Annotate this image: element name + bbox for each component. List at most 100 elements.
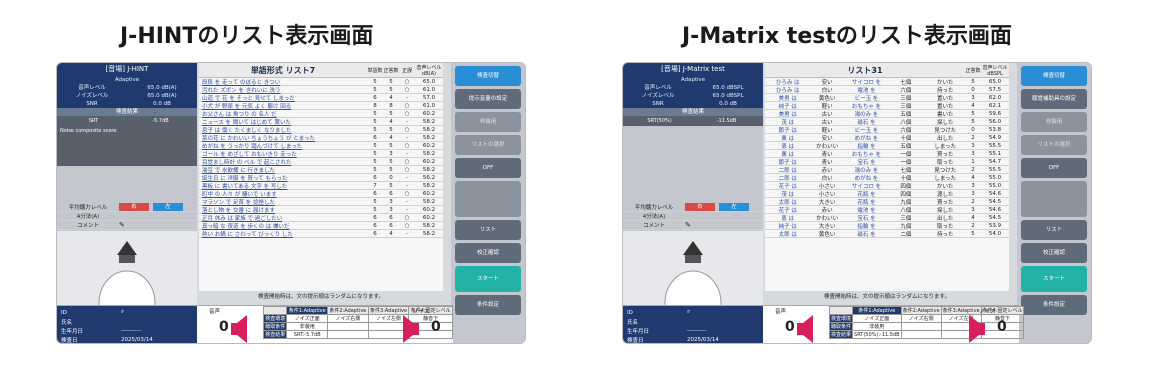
sentence-row[interactable]: 熱い お鍋 に さわって びっくり した 6 4 - 58.2	[199, 230, 443, 238]
word: 小さい	[818, 191, 836, 198]
word: ビー玉 を	[854, 127, 879, 134]
correct-count: 6	[389, 190, 393, 197]
cond-header[interactable]: 条件2:Adaptive	[327, 306, 369, 315]
calibration-button[interactable]: 校正確認	[1021, 243, 1087, 263]
cond-header[interactable]: 条件1:Adaptive	[852, 306, 902, 315]
voice-label: 音声	[775, 309, 787, 315]
word: 太郎 は	[778, 231, 797, 238]
pencil-icon[interactable]: ✎	[119, 221, 125, 229]
correct-count: 4	[389, 94, 393, 101]
calibration-button[interactable]: 校正確認	[455, 243, 521, 263]
list-button[interactable]: リスト	[1021, 220, 1087, 240]
word: 花子 は	[778, 183, 797, 190]
judgement: ○	[404, 78, 410, 85]
judgement: ○	[404, 110, 410, 117]
word: 美男 は	[778, 111, 797, 118]
correct-count: 5	[971, 110, 975, 117]
judgement: -	[406, 118, 408, 125]
search-icon[interactable]: ⌕	[687, 309, 690, 316]
voice-level: 54.5	[988, 198, 1002, 205]
judgement: -	[406, 94, 408, 101]
voice-volume[interactable]: 音声 0	[199, 307, 249, 343]
word: 置いた	[937, 103, 954, 110]
correct-count: 4	[971, 102, 975, 109]
list-button[interactable]: リスト	[455, 220, 521, 240]
word: 持った	[937, 231, 954, 238]
word: 青い	[821, 159, 833, 166]
list-select-button[interactable]: リストの選択	[1021, 135, 1087, 155]
sentence-words: 二郎 は 白い めがね を 十個 しまった	[765, 174, 965, 182]
aid-state-button[interactable]: 非装用	[1021, 112, 1087, 132]
kv-label: SNR	[652, 101, 664, 107]
word: 薫 は	[781, 151, 795, 158]
aid-setting-button[interactable]: 聴覚補助具の設定	[1021, 89, 1087, 109]
condition-setting-button[interactable]: 条件設定	[1021, 295, 1087, 315]
voice-level: 58.2	[422, 134, 436, 141]
word: 出した	[937, 135, 954, 142]
noise-volume[interactable]: ノイズ 0	[403, 307, 453, 343]
switch-test-button[interactable]: 検査切替	[1021, 66, 1087, 86]
judgement: -	[406, 134, 408, 141]
sentence-text: 小犬 が 野原 を 元気 よく 駆け 回る	[202, 103, 292, 110]
sentence-words: 純子 は 大きい 指輪 を 九個 取った	[765, 222, 965, 230]
switch-test-button[interactable]: 検査切替	[455, 66, 521, 86]
judgement: -	[406, 206, 408, 213]
start-button[interactable]: スタート	[1021, 266, 1087, 292]
voice-level: 55.5	[988, 166, 1002, 173]
judgement: -	[406, 230, 408, 237]
correct-count: 5	[389, 142, 393, 149]
word: めがね を	[854, 135, 879, 142]
correct-count: 3	[971, 182, 975, 189]
word: ひろみ は	[775, 87, 800, 94]
volume-setting-button[interactable]: 提示音量の設定	[455, 89, 521, 109]
start-button[interactable]: スタート	[455, 266, 521, 292]
date-label: 検査日	[627, 337, 644, 344]
correct-count: 8	[389, 102, 393, 109]
right-buttons: 検査切替 聴覚補助具の設定 非装用 リストの選択 OFF リスト 校正確認 スタ…	[1017, 63, 1091, 343]
sentence-list: 単語形式 リスト7 単語数 正答数 正誤 音声レベル dB(A) 段段 を 走っ…	[199, 63, 443, 300]
correct-count: 5	[389, 182, 393, 189]
aid-setting-button[interactable]: 非装用	[455, 112, 521, 132]
word-count: 5	[373, 206, 377, 213]
sentence-text: 段段 を 走って のぼると きつい	[202, 79, 281, 86]
list-select-button[interactable]: リストの選択	[455, 135, 521, 155]
correct-count: 3	[971, 190, 975, 197]
judgement: -	[406, 182, 408, 189]
voice-level: 56.0	[988, 118, 1002, 125]
sentence-row[interactable]: 太郎 は 黄色い 磁石 を 二個 持った 5 54.0	[765, 230, 1009, 238]
word: 探した	[937, 207, 954, 214]
cond-header[interactable]: 条件2:Adaptive	[900, 306, 942, 315]
condition-setting-button[interactable]: 条件設定	[455, 295, 521, 315]
voice-level: 60.2	[422, 214, 436, 221]
result-section: 検査結果	[57, 108, 197, 116]
word: 小さい	[818, 183, 836, 190]
voice-volume[interactable]: 音声 0	[765, 307, 815, 343]
cond-header[interactable]: 条件1:Adaptive	[286, 306, 329, 315]
voice-level: 58.2	[422, 150, 436, 157]
sentence-words: 太郎 は 大きい 花瓶 を 九個 買った	[765, 198, 965, 206]
cond-row-label: 聴取条件	[828, 322, 854, 331]
feedback-toggle[interactable]: OFF	[1021, 158, 1087, 178]
sentence-text: お父さん は 魚つり の 名人 だ	[202, 111, 277, 118]
word: 古い	[821, 111, 833, 118]
voice-level: 60.2	[422, 158, 436, 165]
sentence-text: 正月 休み は 家族 で 過ごしたい	[202, 215, 283, 222]
feedback-toggle[interactable]: OFF	[455, 158, 521, 178]
voice-level: 54.9	[988, 134, 1002, 141]
search-icon[interactable]: ⌕	[121, 309, 124, 316]
word: 取った	[937, 159, 954, 166]
correct-count: 4	[389, 118, 393, 125]
word-count: 5	[373, 150, 377, 157]
pencil-icon[interactable]: ✎	[685, 221, 691, 229]
noise-volume[interactable]: ノイズ 0	[969, 307, 1019, 343]
word-count: 5	[373, 158, 377, 165]
word: 三個	[900, 215, 912, 222]
judgement: ○	[404, 86, 410, 93]
date-value: 2025/03/14	[121, 336, 153, 343]
correct-count: 4	[971, 214, 975, 221]
sentence-text: 熱い お鍋 に さわって びっくり した	[202, 231, 293, 238]
kv-value: 65.0 dB(A)	[147, 85, 177, 91]
word-count: 6	[373, 230, 377, 237]
voice-level: 55.5	[988, 142, 1002, 149]
word: ひろみ は	[775, 79, 800, 86]
